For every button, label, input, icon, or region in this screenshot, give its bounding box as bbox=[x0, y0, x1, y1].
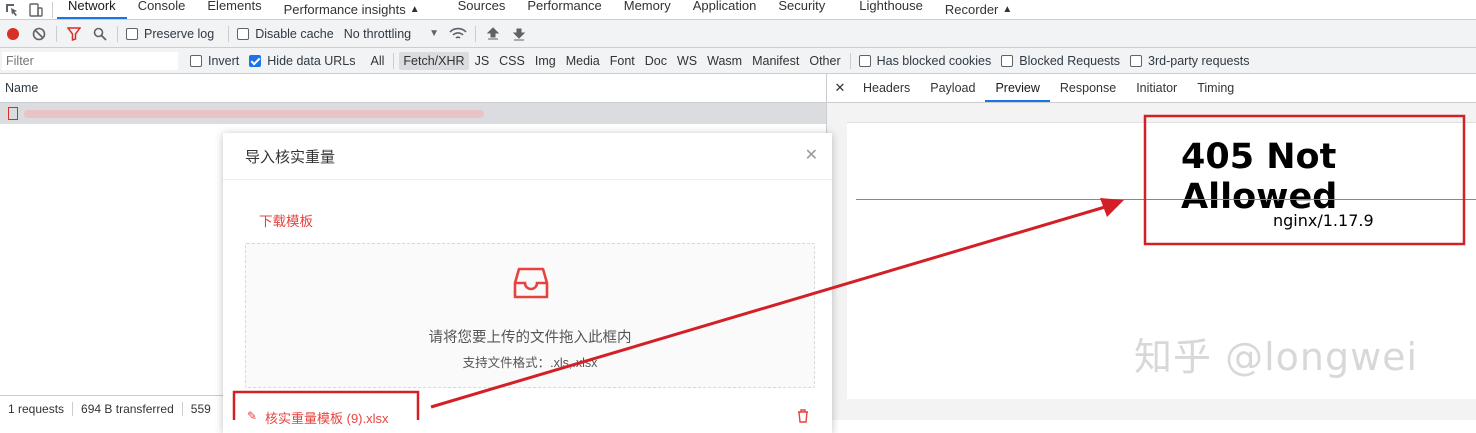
annotation-arrow-head bbox=[1100, 198, 1124, 217]
annotation-arrow-line bbox=[430, 205, 1106, 409]
annotation-layer bbox=[232, 114, 1466, 420]
annotation-box-file bbox=[232, 390, 420, 420]
annotation-box-error bbox=[1143, 114, 1466, 246]
